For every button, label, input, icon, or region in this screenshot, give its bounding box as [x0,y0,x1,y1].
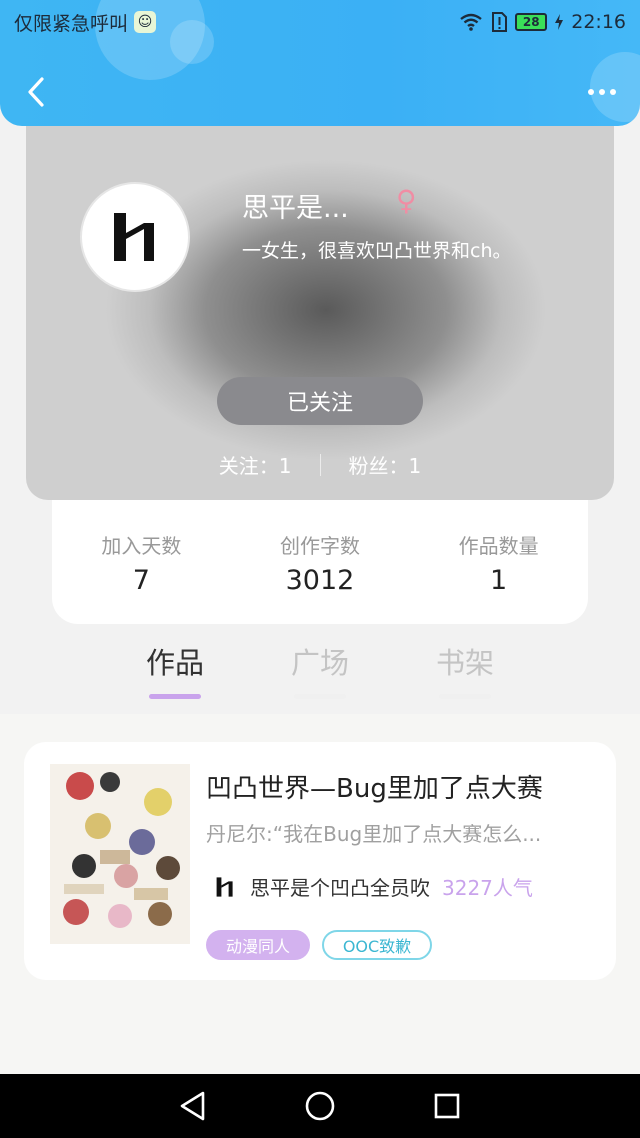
tab-works[interactable]: 作品 [125,640,225,682]
author-logo [216,876,233,897]
square-recents-icon [434,1093,459,1119]
tag-fan-fiction[interactable]: 动漫同人 [206,930,310,960]
nav-home-button[interactable] [300,1086,340,1126]
chevron-left-icon [28,77,44,107]
tab-bookshelf[interactable]: 书架 [415,640,515,682]
follow-button[interactable]: 已关注 [217,377,423,425]
author-avatar[interactable] [214,874,236,900]
popularity-count: 3227人气 [442,876,533,900]
app-header: 仅限紧急呼叫 ☺ 28 22:16 [0,0,640,126]
stat-label: 创作字数 [279,534,360,558]
tab-indicator [294,694,346,699]
sim-alert-icon [492,12,508,32]
system-nav-bar [0,1074,640,1138]
carrier-text: 仅限紧急呼叫 [14,12,129,35]
nav-back-button[interactable] [173,1086,213,1126]
profile-bio: 一女生，很喜欢凹凸世界和ch。 [242,240,512,262]
wifi-icon [460,13,482,31]
work-cover-image[interactable] [50,764,190,944]
avatar[interactable] [80,182,190,292]
tag-ooc-apology[interactable]: OOC致歉 [322,930,432,960]
user-avatar-logo [114,213,154,261]
stat-value: 1 [490,565,508,596]
work-title[interactable]: 凹凸世界—Bug里加了点大赛 [206,768,543,805]
stat-works-count: 作品数量 1 [419,530,579,596]
profile-tabs: 作品 广场 书架 [0,640,640,714]
work-card[interactable]: 凹凸世界—Bug里加了点大赛 丹尼尔:“我在Bug里加了点大赛怎么... 思平是… [24,742,616,980]
status-bar: 仅限紧急呼叫 ☺ 28 22:16 [0,0,640,44]
stat-word-count: 创作字数 3012 [240,530,400,596]
profile-username: 思平是... [242,193,349,224]
stat-label: 作品数量 [458,534,539,558]
author-name[interactable]: 思平是个凹凸全员吹 [250,872,430,901]
tab-indicator [439,694,491,699]
tab-square[interactable]: 广场 [270,640,370,682]
followers-count[interactable]: 粉丝：1 [349,450,422,479]
following-count[interactable]: 关注：1 [219,450,292,479]
app-notification-icon: ☺ [134,11,157,33]
charging-icon [555,14,564,30]
stats-panel: 加入天数 7 创作字数 3012 作品数量 1 [52,500,588,624]
stat-join-days: 加入天数 7 [61,530,221,596]
circle-home-icon [305,1091,335,1121]
back-button[interactable] [18,72,54,112]
work-description: 丹尼尔:“我在Bug里加了点大赛怎么... [206,822,542,846]
more-horizontal-icon [588,89,594,95]
status-time: 22:16 [571,11,626,33]
cover-illustration [50,764,190,944]
more-options-button[interactable] [582,80,622,104]
follow-stats: 关注：1 粉丝：1 [26,450,614,479]
profile-card: 思平是... ♀ 一女生，很喜欢凹凸世界和ch。 已关注 关注：1 粉丝：1 [26,110,614,500]
divider [319,453,321,476]
battery-icon: 28 [515,13,548,31]
stat-label: 加入天数 [101,534,182,558]
triangle-back-icon [181,1091,205,1121]
stat-value: 3012 [285,565,355,596]
stat-value: 7 [132,565,150,596]
author-row: 思平是个凹凸全员吹 3227人气 [214,872,533,901]
female-gender-icon: ♀ [396,184,417,217]
tab-indicator [149,694,201,699]
nav-recents-button[interactable] [427,1086,467,1126]
